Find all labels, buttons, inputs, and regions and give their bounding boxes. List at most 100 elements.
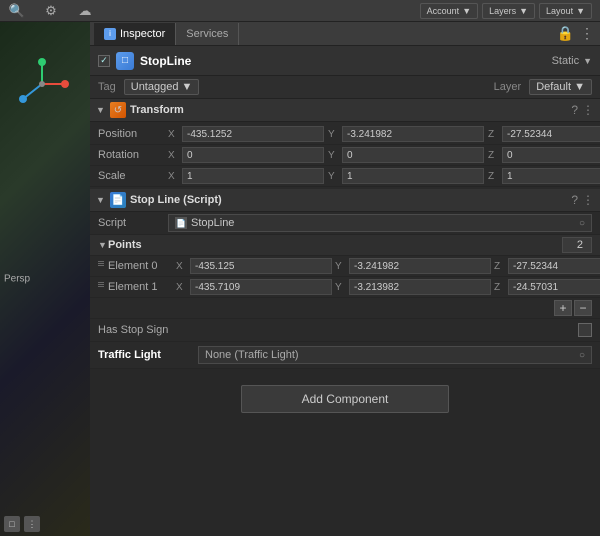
object-name: StopLine (140, 54, 546, 68)
position-x-input[interactable] (182, 126, 324, 142)
scale-z-field: Z (488, 168, 600, 184)
scale-row: Scale X Y Z (90, 166, 600, 187)
rotation-y-input[interactable] (342, 147, 484, 163)
scene-controls: □ ⋮ (4, 516, 40, 532)
rot-y-axis: Y (328, 150, 340, 161)
account-label: Account (427, 6, 460, 16)
rot-x-axis: X (168, 150, 180, 161)
el1-y-axis: Y (335, 282, 347, 293)
scale-label: Scale (98, 170, 168, 182)
script-value-text: StopLine (191, 217, 234, 229)
script-help-icon[interactable]: ? (571, 193, 578, 207)
element-0-fields: X Y Z (176, 258, 600, 274)
top-menu-bar: 🔍 ⚙ ☁ Account ▼ Layers ▼ Layout ▼ (0, 0, 600, 22)
position-z-input[interactable] (502, 126, 600, 142)
add-element-button[interactable]: + (554, 300, 572, 316)
layer-value-text: Default (536, 81, 571, 93)
element-0-handle (98, 261, 104, 271)
el0-x-axis: X (176, 261, 188, 272)
element-1-row: Element 1 X Y Z (90, 277, 600, 298)
has-stop-sign-label: Has Stop Sign (98, 324, 578, 336)
cloud-icon[interactable]: ☁ (76, 2, 94, 20)
tab-inspector[interactable]: i Inspector (94, 23, 176, 45)
element-1-x-input[interactable] (190, 279, 332, 295)
tab-more-icon[interactable]: ⋮ (580, 25, 594, 42)
transform-more-icon[interactable]: ⋮ (582, 103, 594, 117)
rotation-label: Rotation (98, 149, 168, 161)
settings-icon[interactable]: ⚙ (42, 2, 60, 20)
scale-z-input[interactable] (502, 168, 600, 184)
scene-icon-1[interactable]: □ (4, 516, 20, 532)
tag-value-text: Untagged (131, 81, 179, 93)
scene-panel: Persp □ ⋮ (0, 22, 90, 536)
element-1-z-input[interactable] (508, 279, 600, 295)
layout-dropdown[interactable]: Layout ▼ (539, 3, 592, 19)
element-0-z-input[interactable] (508, 258, 600, 274)
transform-help-icon[interactable]: ? (571, 103, 578, 117)
traffic-light-field[interactable]: None (Traffic Light) ○ (198, 346, 592, 364)
tag-label: Tag (98, 81, 116, 93)
rotation-z-input[interactable] (502, 147, 600, 163)
transform-section-header[interactable]: ▼ ↺ Transform ? ⋮ (90, 99, 600, 122)
position-row: Position X Y Z (90, 124, 600, 145)
pos-z-axis: Z (488, 129, 500, 140)
el0-y-axis: Y (335, 261, 347, 272)
static-dropdown-icon[interactable]: ▼ (583, 56, 592, 66)
position-y-field: Y (328, 126, 484, 142)
static-label: Static (552, 55, 580, 67)
el1-z-axis: Z (494, 282, 506, 293)
tab-lock-icon[interactable]: 🔒 (557, 25, 574, 42)
layers-dropdown[interactable]: Layers ▼ (482, 3, 535, 19)
points-header[interactable]: ▼ Points 2 (90, 235, 600, 256)
search-icon[interactable]: 🔍 (8, 2, 26, 20)
element-1-z: Z (494, 279, 600, 295)
element-1-y-input[interactable] (349, 279, 491, 295)
rotation-z-field: Z (488, 147, 600, 163)
script-section-icon: 📄 (110, 192, 126, 208)
account-dropdown[interactable]: Account ▼ (420, 3, 478, 19)
script-row: Script 📄 StopLine ○ (90, 212, 600, 235)
script-arrow-icon: ▼ (96, 195, 106, 205)
scale-x-field: X (168, 168, 324, 184)
element-1-x: X (176, 279, 332, 295)
layer-dropdown[interactable]: Default ▼ (529, 79, 592, 95)
points-count[interactable]: 2 (562, 237, 592, 253)
script-section-header[interactable]: ▼ 📄 Stop Line (Script) ? ⋮ (90, 189, 600, 212)
position-y-input[interactable] (342, 126, 484, 142)
remove-element-button[interactable]: − (574, 300, 592, 316)
account-chevron-icon: ▼ (462, 6, 471, 16)
tag-dropdown[interactable]: Untagged ▼ (124, 79, 200, 95)
rot-z-axis: Z (488, 150, 500, 161)
object-active-checkbox[interactable] (98, 55, 110, 67)
has-stop-sign-checkbox[interactable] (578, 323, 592, 337)
add-component-button[interactable]: Add Component (241, 385, 450, 413)
traffic-light-row: Traffic Light None (Traffic Light) ○ (90, 342, 600, 369)
scene-icon-2[interactable]: ⋮ (24, 516, 40, 532)
inspector-tab-icon: i (104, 28, 116, 40)
script-more-icon[interactable]: ⋮ (582, 193, 594, 207)
transform-icon: ↺ (110, 102, 126, 118)
position-x-field: X (168, 126, 324, 142)
transform-section-right: ? ⋮ (571, 103, 594, 117)
element-0-z: Z (494, 258, 600, 274)
scale-y-axis: Y (328, 171, 340, 182)
transform-properties: Position X Y Z (90, 122, 600, 189)
scale-y-input[interactable] (342, 168, 484, 184)
top-bar-right: Account ▼ Layers ▼ Layout ▼ (420, 3, 592, 19)
tab-services[interactable]: Services (176, 23, 239, 45)
layers-chevron-icon: ▼ (519, 6, 528, 16)
element-0-y-input[interactable] (349, 258, 491, 274)
rotation-x-input[interactable] (182, 147, 324, 163)
script-target-icon[interactable]: ○ (579, 218, 585, 229)
element-0-x-input[interactable] (190, 258, 332, 274)
inspector-tab-label: Inspector (120, 28, 165, 40)
add-component-section: Add Component (90, 369, 600, 429)
script-section-title: Stop Line (Script) (130, 194, 567, 206)
gizmo (15, 57, 70, 112)
traffic-light-value-text: None (Traffic Light) (205, 349, 299, 361)
element-0-row: Element 0 X Y Z (90, 256, 600, 277)
tag-chevron: ▼ (182, 81, 193, 93)
traffic-light-pick-icon[interactable]: ○ (579, 350, 585, 361)
scale-x-input[interactable] (182, 168, 324, 184)
script-label: Script (98, 217, 168, 229)
